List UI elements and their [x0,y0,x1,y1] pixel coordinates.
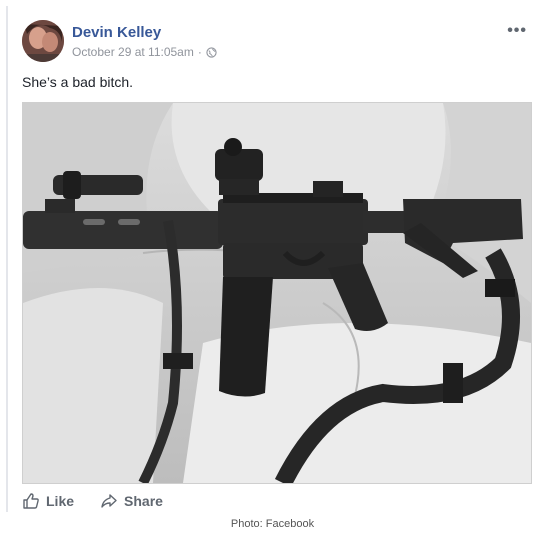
facebook-post: Devin Kelley October 29 at 11:05am · •••… [6,6,541,512]
profile-avatar[interactable] [22,20,64,62]
share-arrow-icon [101,494,117,508]
avatar-image [22,20,64,62]
globe-icon[interactable] [206,46,217,58]
thumbs-up-icon [23,493,39,509]
like-label: Like [46,493,75,509]
share-button[interactable]: Share [100,492,163,510]
post-photo[interactable] [22,102,532,484]
share-label: Share [124,493,163,509]
photo-credit: Photo: Facebook [230,518,315,530]
author-name[interactable]: Devin Kelley [72,24,161,41]
post-actions: Like Share [22,492,163,510]
like-button[interactable]: Like [22,492,74,510]
rifle-photo-image [23,103,531,483]
post-timestamp[interactable]: October 29 at 11:05am [72,45,194,59]
meta-separator: · [197,45,202,59]
post-text: She’s a bad bitch. [22,74,134,90]
more-options-icon[interactable]: ••• [507,22,527,40]
post-meta: October 29 at 11:05am · [72,45,217,59]
